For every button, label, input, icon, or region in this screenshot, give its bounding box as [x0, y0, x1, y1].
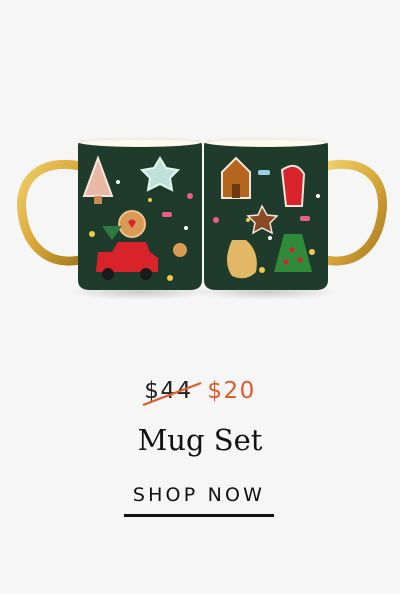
strikethrough-line	[142, 381, 202, 407]
product-title: Mug Set	[137, 423, 263, 457]
mug-set-image[interactable]	[0, 100, 400, 330]
original-price: $44	[142, 378, 202, 407]
sale-price: $20	[207, 378, 256, 404]
shop-now-link[interactable]: SHOP NOW	[124, 484, 274, 517]
product-card[interactable]: $44 $20 Mug Set SHOP NOW	[0, 0, 400, 594]
price-row: $44 $20	[0, 378, 400, 407]
